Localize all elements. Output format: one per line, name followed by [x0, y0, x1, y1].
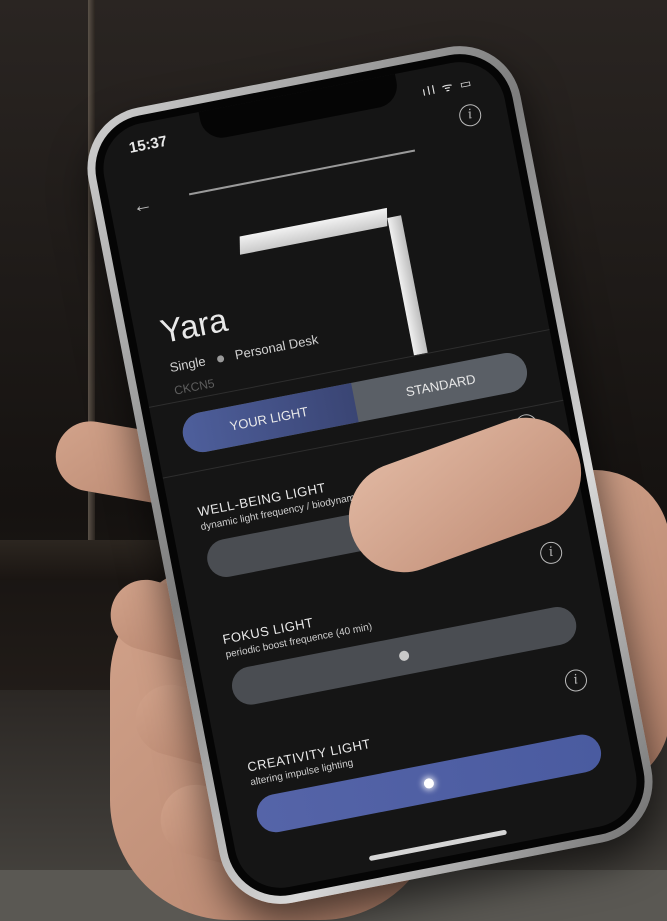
lamp-head — [239, 207, 388, 255]
divider — [188, 149, 416, 196]
section-fokus: i FOKUS LIGHT periodic boost frequence (… — [221, 539, 580, 708]
back-button[interactable]: ← — [130, 193, 154, 219]
section-creativity: i CREATIVITY LIGHT altering impulse ligh… — [246, 667, 605, 836]
light-burst-icon — [423, 777, 435, 790]
status-icons: ıll ᯤ ▭ — [420, 75, 475, 99]
status-time: 15:37 — [127, 132, 169, 157]
product-name: Yara — [157, 300, 231, 350]
separator-dot — [216, 354, 225, 364]
info-button[interactable]: i — [457, 102, 484, 129]
info-button[interactable]: i — [563, 667, 589, 694]
info-icon: i — [563, 667, 589, 694]
arrow-left-icon: ← — [130, 192, 155, 219]
product-variant: Single — [168, 353, 207, 376]
info-icon: i — [538, 539, 565, 566]
lamp-arm — [387, 215, 428, 356]
light-dot-icon — [398, 649, 410, 662]
info-icon: i — [457, 102, 484, 129]
info-button[interactable]: i — [538, 539, 565, 566]
photo-scene: 15:37 ıll ᯤ ▭ i ← Yara Single Personal D… — [0, 0, 667, 921]
